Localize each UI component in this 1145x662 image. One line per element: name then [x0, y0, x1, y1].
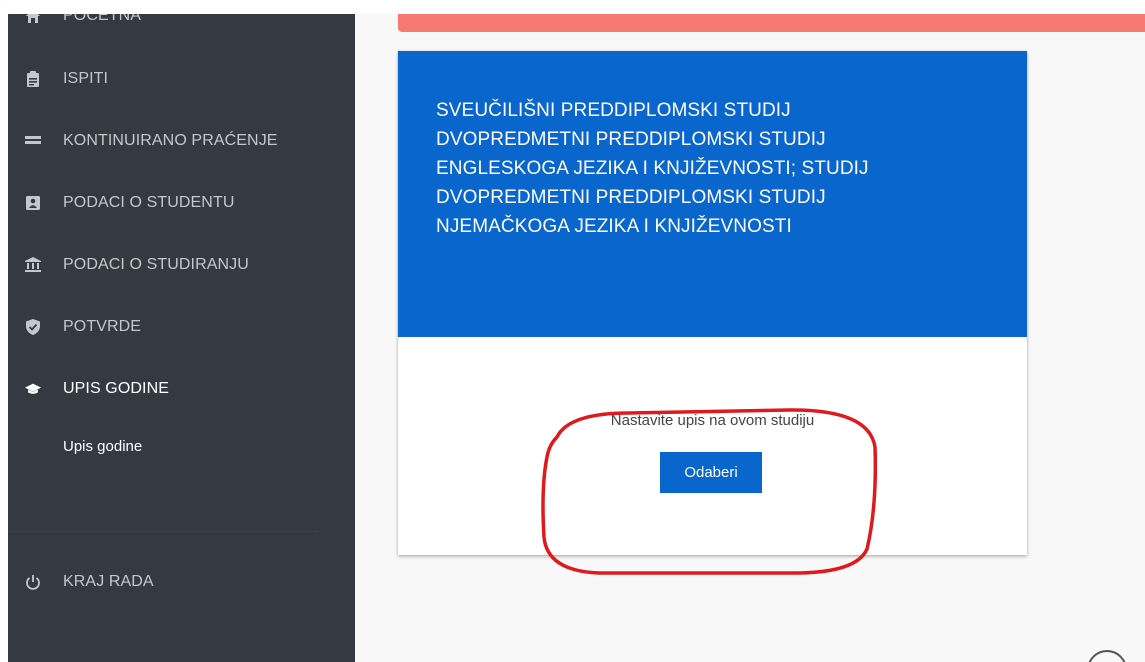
contact-card-icon	[25, 195, 41, 211]
study-line: DVOPREDMETNI PREDDIPLOMSKI STUDIJ	[436, 129, 826, 150]
annotation-oval	[541, 408, 877, 575]
study-program-title: SVEUČILIŠNI PREDDIPLOMSKI STUDIJ DVOPRED…	[436, 96, 869, 241]
study-line: SVEUČILIŠNI PREDDIPLOMSKI STUDIJ	[436, 100, 791, 121]
sidebar-item-label: Kraj rada	[63, 573, 154, 590]
sidebar-item-label: Početna	[63, 14, 142, 24]
sidebar-item-label: Upis godine	[63, 380, 170, 397]
clipboard-icon	[25, 71, 41, 87]
sidebar: Početna Ispiti Kontinuirano praćenje Pod…	[8, 14, 355, 662]
power-icon	[25, 574, 41, 590]
sidebar-item-podaci-o-studentu[interactable]: Podaci o studentu	[8, 183, 355, 223]
study-line: DVOPREDMETNI PREDDIPLOMSKI STUDIJ	[436, 187, 826, 208]
sidebar-item-label: Podaci o studentu	[63, 194, 235, 211]
sidebar-item-label: Podaci o studiranju	[63, 256, 249, 273]
sidebar-subitem-upis-godine[interactable]: Upis godine	[63, 438, 142, 455]
sidebar-item-potvrde[interactable]: Potvrde	[8, 307, 355, 347]
list-icon	[25, 133, 41, 149]
sidebar-item-label: Potvrde	[63, 318, 142, 335]
institution-icon	[25, 257, 41, 273]
sidebar-item-kontinuirano-pracenje[interactable]: Kontinuirano praćenje	[8, 121, 355, 161]
study-line: NJEMAČKOGA JEZIKA I KNJIŽEVNOSTI	[436, 216, 792, 237]
sidebar-item-ispiti[interactable]: Ispiti	[8, 59, 355, 99]
sidebar-divider	[8, 531, 318, 532]
graduation-cap-icon	[25, 381, 41, 397]
sidebar-item-kraj-rada[interactable]: Kraj rada	[8, 562, 355, 602]
study-card-header: SVEUČILIŠNI PREDDIPLOMSKI STUDIJ DVOPRED…	[398, 51, 1027, 337]
page: Početna Ispiti Kontinuirano praćenje Pod…	[0, 0, 1145, 662]
sidebar-item-home[interactable]: Početna	[8, 14, 355, 36]
sidebar-item-upis-godine[interactable]: Upis godine	[8, 369, 355, 409]
sidebar-item-label: Kontinuirano praćenje	[63, 132, 278, 149]
shield-check-icon	[25, 319, 41, 335]
home-icon	[25, 14, 41, 24]
sidebar-item-label: Ispiti	[63, 70, 109, 87]
study-line: ENGLESKOGA JEZIKA I KNJIŽEVNOSTI; STUDIJ	[436, 158, 869, 179]
sidebar-item-podaci-o-studiranju[interactable]: Podaci o studiranju	[8, 245, 355, 285]
alert-bar	[398, 14, 1145, 32]
